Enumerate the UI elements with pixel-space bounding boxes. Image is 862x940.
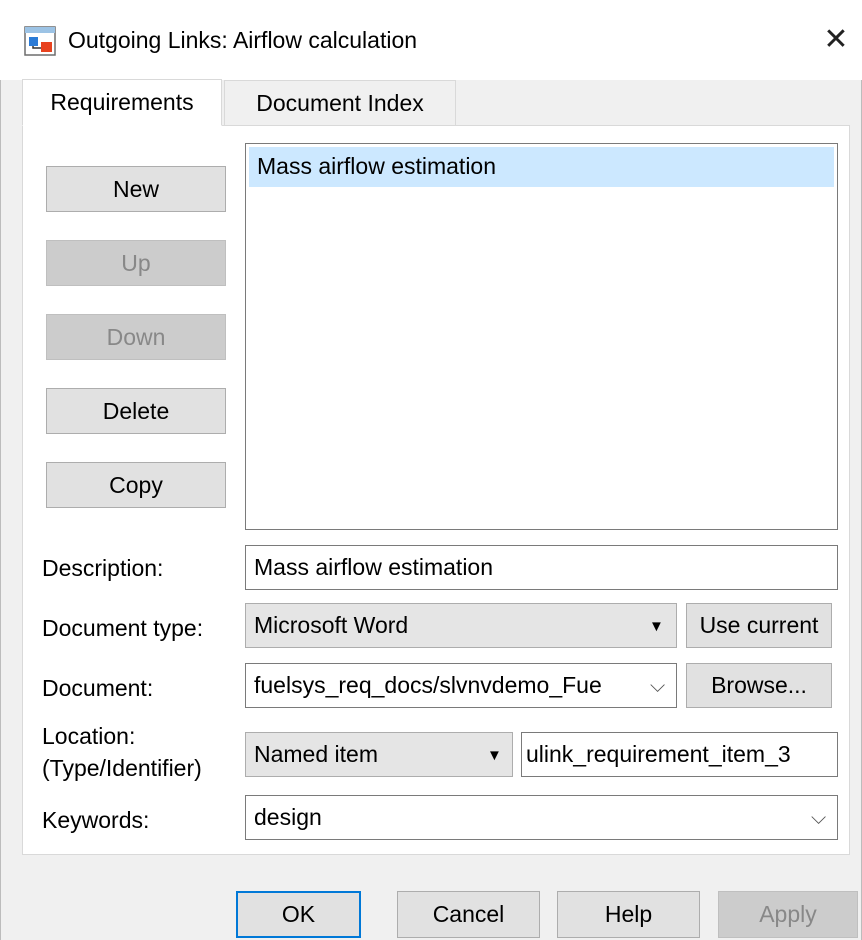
new-button[interactable]: New	[46, 166, 226, 212]
copy-button[interactable]: Copy	[46, 462, 226, 508]
location-sublabel: (Type/Identifier)	[42, 755, 202, 781]
window-border-left	[0, 80, 1, 940]
document-type-value: Microsoft Word	[254, 612, 409, 638]
down-button[interactable]: Down	[46, 314, 226, 360]
location-identifier-field[interactable]: ulink_requirement_item_3	[521, 732, 838, 777]
keywords-label: Keywords:	[42, 807, 150, 833]
description-field[interactable]: Mass airflow estimation	[245, 545, 838, 590]
location-type-value: Named item	[254, 741, 378, 767]
up-button[interactable]: Up	[46, 240, 226, 286]
document-value: fuelsys_req_docs/slvnvdemo_Fue	[254, 672, 602, 698]
caret-down-icon: ▼	[487, 747, 502, 764]
tab-requirements[interactable]: Requirements	[22, 79, 222, 126]
chevron-down-icon[interactable]: ⌵	[811, 797, 826, 839]
chevron-down-icon[interactable]: ⌵	[650, 665, 665, 707]
description-label: Description:	[42, 555, 164, 581]
document-type-dropdown[interactable]: Microsoft Word ▼	[245, 603, 677, 648]
apply-button[interactable]: Apply	[718, 891, 858, 938]
list-item[interactable]: Mass airflow estimation	[249, 147, 834, 187]
ok-button[interactable]: OK	[236, 891, 361, 938]
requirements-list[interactable]: Mass airflow estimation	[245, 143, 838, 530]
keywords-value: design	[254, 804, 322, 830]
simulink-model-icon	[24, 26, 56, 56]
document-type-label: Document type:	[42, 615, 204, 641]
location-type-dropdown[interactable]: Named item ▼	[245, 732, 513, 777]
delete-button[interactable]: Delete	[46, 388, 226, 434]
keywords-combo[interactable]: design ⌵	[245, 795, 838, 840]
tab-document-index[interactable]: Document Index	[224, 80, 456, 125]
close-icon[interactable]: ✕	[818, 22, 854, 58]
document-label: Document:	[42, 675, 154, 701]
help-button[interactable]: Help	[557, 891, 700, 938]
caret-down-icon: ▼	[649, 618, 664, 635]
cancel-button[interactable]: Cancel	[397, 891, 540, 938]
browse-button[interactable]: Browse...	[686, 663, 832, 708]
use-current-button[interactable]: Use current	[686, 603, 832, 648]
location-label: Location:	[42, 723, 136, 749]
document-combo[interactable]: fuelsys_req_docs/slvnvdemo_Fue ⌵	[245, 663, 677, 708]
window-title: Outgoing Links: Airflow calculation	[68, 27, 418, 53]
